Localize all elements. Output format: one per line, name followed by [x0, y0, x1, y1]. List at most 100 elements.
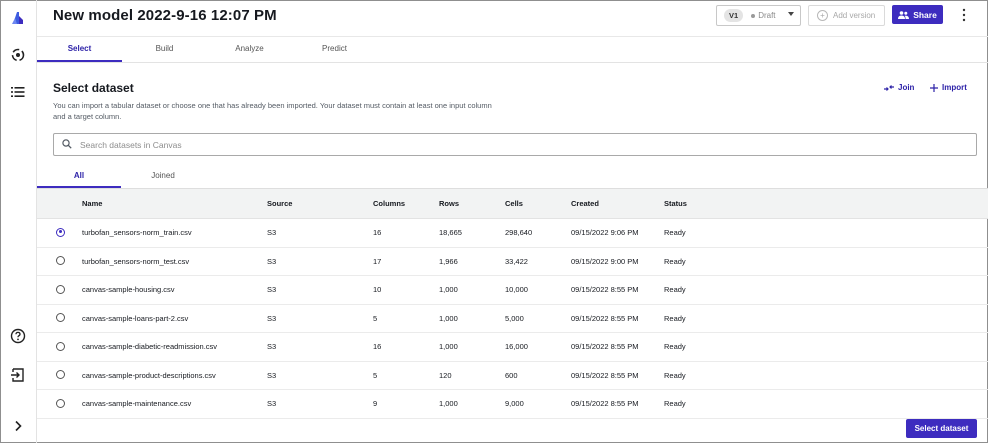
row-radio-button[interactable] [56, 341, 65, 351]
dataset-name: canvas-sample-product-descriptions.csv [82, 370, 216, 380]
import-button[interactable]: Import [930, 83, 967, 92]
dataset-name: canvas-sample-diabetic-readmission.csv [82, 342, 218, 351]
users-icon [898, 10, 910, 19]
expand-chevron-icon[interactable] [8, 416, 28, 436]
dataset-rows: 1,000 [439, 313, 458, 323]
dataset-source: S3 [267, 228, 277, 237]
table-row[interactable]: canvas-sample-diabetic-readmission.csv S… [37, 333, 988, 362]
column-header-source[interactable]: Source [267, 189, 292, 218]
tab-analyze[interactable]: Analyze [207, 37, 292, 62]
dataset-columns: 16 [373, 342, 382, 351]
dataset-source: S3 [267, 285, 277, 294]
datasets-table: Name Source Columns Rows Cells Created S… [37, 189, 988, 419]
page-title: New model 2022-9-16 12:07 PM [53, 7, 277, 24]
table-row[interactable]: canvas-sample-product-descriptions.csv S… [37, 362, 988, 390]
select-dataset-button[interactable]: Select dataset [906, 419, 977, 438]
dataset-created: 09/15/2022 9:00 PM [571, 256, 639, 266]
dataset-cells: 10,000 [505, 285, 528, 294]
dataset-cells: 5,000 [505, 313, 524, 323]
dataset-columns: 9 [373, 399, 378, 408]
chevron-down-icon [788, 12, 794, 16]
dataset-rows: 1,000 [439, 285, 458, 294]
status-dot-icon [751, 13, 756, 18]
table-row[interactable]: canvas-sample-maintenance.csv S3 9 1,000… [37, 390, 988, 419]
table-row[interactable]: canvas-sample-loans-part-2.csv S3 5 1,00… [37, 305, 988, 333]
dataset-source: S3 [267, 342, 277, 351]
search-input[interactable] [78, 137, 962, 153]
plus-icon [930, 83, 938, 92]
left-rail [0, 0, 37, 443]
dataset-source: S3 [267, 313, 277, 323]
dataset-rows: 1,966 [439, 256, 458, 266]
table-row[interactable]: turbofan_sensors-norm_test.csv S3 17 1,9… [37, 248, 988, 276]
tab-all[interactable]: All [37, 166, 121, 188]
row-radio-button[interactable] [56, 256, 65, 265]
share-button[interactable]: Share [892, 5, 943, 24]
dataset-name: canvas-sample-maintenance.csv [82, 399, 192, 408]
dataset-cells: 298,640 [505, 228, 533, 237]
column-header-columns[interactable]: Columns [373, 189, 405, 218]
table-row[interactable]: canvas-sample-housing.csv S3 10 1,000 10… [37, 276, 988, 305]
dataset-status: Ready [664, 399, 686, 408]
row-radio-button[interactable] [56, 398, 65, 408]
dataset-columns: 5 [373, 313, 378, 323]
dataset-name: canvas-sample-loans-part-2.csv [82, 313, 189, 323]
search-field[interactable] [53, 133, 977, 156]
share-label: Share [913, 9, 937, 20]
column-header-rows[interactable]: Rows [439, 189, 459, 218]
tab-select[interactable]: Select [37, 37, 122, 62]
canvas-logo-icon[interactable] [8, 8, 28, 28]
dataset-status: Ready [664, 342, 686, 351]
version-dropdown[interactable]: V1 Draft [716, 5, 801, 26]
dataset-name: turbofan_sensors-norm_test.csv [82, 256, 190, 266]
version-badge: V1 [724, 9, 744, 22]
add-version-button[interactable]: + Add version [808, 5, 885, 26]
table-header: Name Source Columns Rows Cells Created S… [37, 189, 988, 219]
datasets-list-icon[interactable] [8, 82, 28, 102]
table-row[interactable]: turbofan_sensors-norm_train.csv S3 16 18… [37, 219, 988, 248]
row-radio-button[interactable] [56, 370, 65, 379]
section-title: Select dataset [53, 81, 134, 95]
dataset-created: 09/15/2022 8:55 PM [571, 313, 639, 323]
dataset-created: 09/15/2022 8:55 PM [571, 342, 639, 351]
dataset-status: Ready [664, 370, 686, 380]
join-button[interactable]: Join [884, 83, 914, 92]
dataset-source: S3 [267, 256, 277, 266]
column-header-status[interactable]: Status [664, 189, 687, 218]
import-label: Import [942, 83, 967, 92]
dataset-cells: 9,000 [505, 399, 524, 408]
dataset-rows: 18,665 [439, 228, 462, 237]
dataset-source: S3 [267, 399, 277, 408]
row-radio-button[interactable] [56, 227, 65, 237]
column-header-created[interactable]: Created [571, 189, 599, 218]
column-header-name[interactable]: Name [82, 189, 102, 218]
join-icon [884, 84, 894, 91]
dataset-created: 09/15/2022 8:55 PM [571, 370, 639, 380]
dataset-cells: 33,422 [505, 256, 528, 266]
more-options-icon[interactable] [961, 8, 967, 22]
help-icon[interactable] [8, 326, 28, 346]
dataset-columns: 5 [373, 370, 378, 380]
section-description: You can import a tabular dataset or choo… [53, 101, 492, 121]
row-radio-button[interactable] [56, 284, 65, 294]
dataset-name: turbofan_sensors-norm_train.csv [82, 228, 192, 237]
dataset-status: Ready [664, 256, 686, 266]
dataset-status: Ready [664, 285, 686, 294]
dataset-name: canvas-sample-housing.csv [82, 285, 175, 294]
dataset-source: S3 [267, 370, 277, 380]
models-icon[interactable] [8, 45, 28, 65]
tab-predict[interactable]: Predict [292, 37, 377, 62]
workflow-tabs: Select Build Analyze Predict [37, 37, 377, 62]
tabs-divider [37, 62, 988, 63]
join-label: Join [898, 83, 915, 92]
column-header-cells[interactable]: Cells [505, 189, 523, 218]
dataset-created: 09/15/2022 8:55 PM [571, 399, 639, 408]
dataset-created: 09/15/2022 9:06 PM [571, 228, 639, 237]
dataset-columns: 10 [373, 285, 382, 294]
sign-out-icon[interactable] [8, 365, 28, 385]
dataset-rows: 1,000 [439, 399, 458, 408]
row-radio-button[interactable] [56, 313, 65, 322]
tab-build[interactable]: Build [122, 37, 207, 62]
dataset-rows: 120 [439, 370, 452, 380]
tab-joined[interactable]: Joined [121, 166, 205, 188]
